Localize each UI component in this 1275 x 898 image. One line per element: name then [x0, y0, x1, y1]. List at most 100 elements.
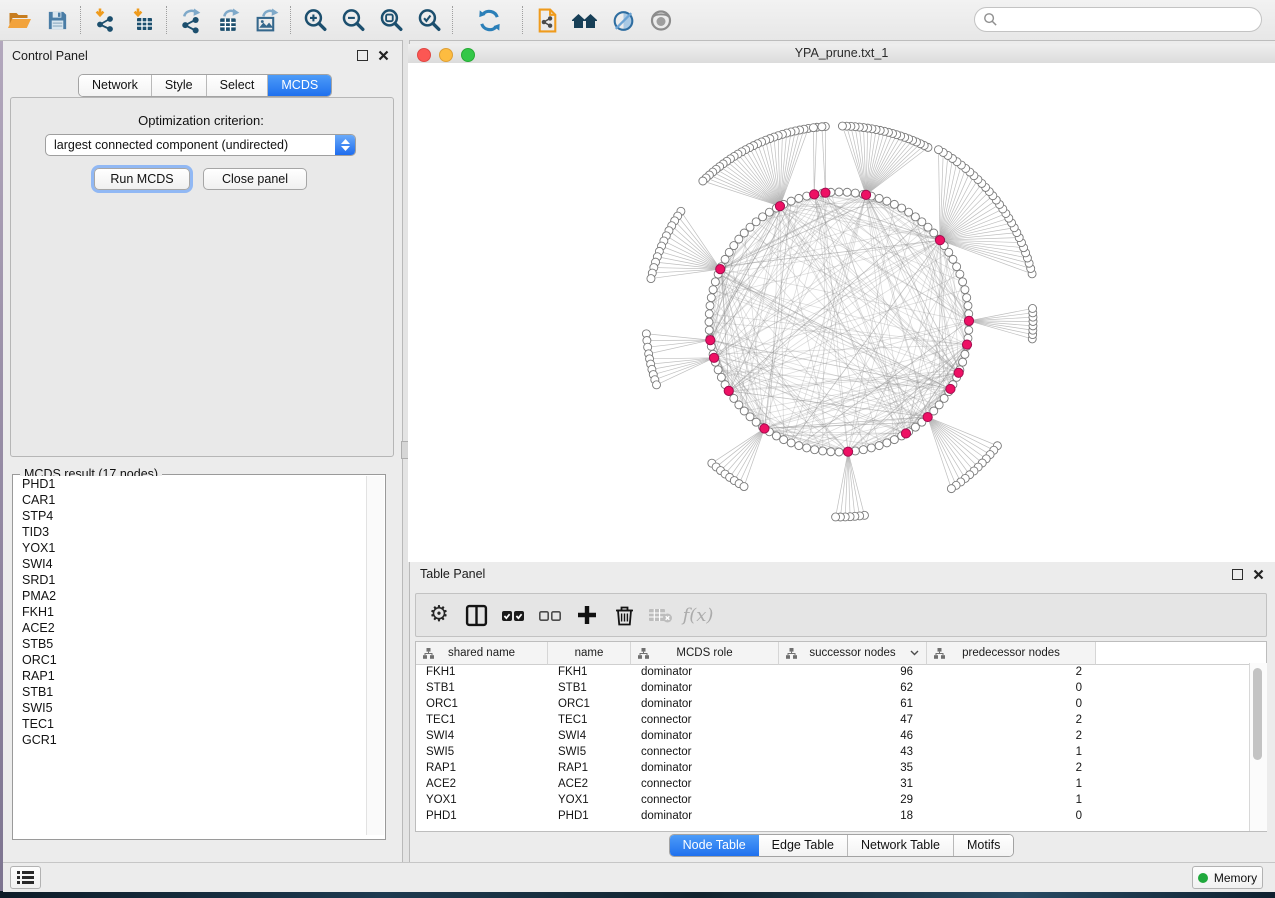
mcds-hub-node[interactable]	[709, 353, 718, 362]
result-list-scrollbar[interactable]	[366, 476, 384, 835]
graph-node[interactable]	[705, 326, 713, 334]
table-row[interactable]: ORC1ORC1dominator610	[416, 696, 1266, 712]
mcds-hub-node[interactable]	[716, 265, 725, 274]
table-row[interactable]: SWI5SWI5connector431	[416, 744, 1266, 760]
result-item[interactable]: TID3	[13, 524, 365, 540]
graph-node[interactable]	[867, 444, 875, 452]
column-header-mcds-role[interactable]: MCDS role	[631, 642, 779, 665]
export-image-icon[interactable]	[250, 4, 284, 36]
mcds-hub-node[interactable]	[954, 368, 963, 377]
show-columns-icon[interactable]	[461, 600, 491, 630]
table-row[interactable]: TEC1TEC1connector472	[416, 712, 1266, 728]
export-table-icon[interactable]	[212, 4, 246, 36]
graph-node[interactable]	[717, 373, 725, 381]
result-item[interactable]: STB5	[13, 636, 365, 652]
graph-node[interactable]	[818, 123, 826, 131]
graph-node[interactable]	[711, 278, 719, 286]
open-file-icon[interactable]	[2, 4, 36, 36]
tab-network[interactable]: Network	[79, 75, 152, 96]
result-item[interactable]: FKH1	[13, 604, 365, 620]
graph-node[interactable]	[827, 448, 835, 456]
mcds-hub-node[interactable]	[923, 412, 932, 421]
criterion-dropdown[interactable]: largest connected component (undirected)	[45, 134, 356, 156]
tab-mcds[interactable]: MCDS	[268, 75, 331, 96]
close-panel-icon[interactable]	[378, 50, 389, 61]
zoom-in-icon[interactable]	[298, 4, 332, 36]
zoom-out-icon[interactable]	[336, 4, 370, 36]
graph-node[interactable]	[947, 485, 955, 493]
graph-node[interactable]	[953, 263, 961, 271]
graph-node[interactable]	[851, 189, 859, 197]
result-item[interactable]: SWI5	[13, 700, 365, 716]
mcds-result-list[interactable]: PHD1CAR1STP4TID3YOX1SWI4SRD1PMA2FKH1ACE2…	[13, 476, 365, 835]
graph-node[interactable]	[883, 197, 891, 205]
graph-node[interactable]	[965, 326, 973, 334]
graph-node[interactable]	[705, 310, 713, 318]
graph-node[interactable]	[721, 255, 729, 263]
result-item[interactable]: STP4	[13, 508, 365, 524]
memory-button[interactable]: Memory	[1192, 866, 1263, 889]
graph-node[interactable]	[819, 447, 827, 455]
table-row[interactable]: SWI4SWI4dominator462	[416, 728, 1266, 744]
share-document-icon[interactable]	[530, 4, 564, 36]
graph-node[interactable]	[811, 446, 819, 454]
graph-node[interactable]	[1029, 304, 1037, 312]
graph-node[interactable]	[875, 194, 883, 202]
graph-node[interactable]	[699, 177, 707, 185]
visual-styles-icon[interactable]	[606, 4, 640, 36]
float-panel-icon[interactable]	[357, 50, 368, 61]
mcds-hub-node[interactable]	[810, 190, 819, 199]
mcds-hub-node[interactable]	[843, 447, 852, 456]
unselect-all-icon[interactable]	[535, 600, 565, 630]
result-item[interactable]: CAR1	[13, 492, 365, 508]
graph-node[interactable]	[787, 439, 795, 447]
tab-select[interactable]: Select	[207, 75, 269, 96]
export-network-icon[interactable]	[174, 4, 208, 36]
graph-node[interactable]	[832, 513, 840, 521]
graph-node[interactable]	[956, 270, 964, 278]
save-session-icon[interactable]	[40, 4, 74, 36]
birds-eye-icon[interactable]	[644, 4, 678, 36]
graph-node[interactable]	[706, 302, 714, 310]
table-row[interactable]: FKH1FKH1dominator962	[416, 664, 1266, 680]
graph-node[interactable]	[883, 439, 891, 447]
mcds-hub-node[interactable]	[861, 190, 870, 199]
tab-edge-table[interactable]: Edge Table	[759, 835, 848, 856]
graph-node[interactable]	[707, 294, 715, 302]
node-table[interactable]: shared name name MCDS role successor nod…	[415, 641, 1267, 832]
result-item[interactable]: PMA2	[13, 588, 365, 604]
graph-node[interactable]	[709, 286, 717, 294]
run-mcds-button[interactable]: Run MCDS	[94, 168, 190, 190]
table-row[interactable]: YOX1YOX1connector291	[416, 792, 1266, 808]
result-item[interactable]: ACE2	[13, 620, 365, 636]
graph-node[interactable]	[772, 432, 780, 440]
graph-node[interactable]	[809, 124, 817, 132]
graph-node[interactable]	[875, 442, 883, 450]
network-graph[interactable]	[408, 63, 1275, 562]
task-history-button[interactable]	[10, 866, 41, 889]
column-header-shared-name[interactable]: shared name	[416, 642, 548, 665]
table-settings-icon[interactable]: ⚙	[424, 600, 454, 630]
graph-node[interactable]	[714, 366, 722, 374]
network-canvas[interactable]	[408, 63, 1275, 562]
graph-node[interactable]	[787, 197, 795, 205]
table-scrollbar-thumb[interactable]	[1253, 668, 1262, 760]
result-item[interactable]: ORC1	[13, 652, 365, 668]
mcds-hub-node[interactable]	[946, 384, 955, 393]
graph-node[interactable]	[838, 122, 846, 130]
mcds-hub-node[interactable]	[901, 429, 910, 438]
close-table-panel-icon[interactable]	[1253, 569, 1264, 580]
graph-node[interactable]	[653, 381, 661, 389]
search-input[interactable]	[974, 7, 1262, 32]
graph-node[interactable]	[647, 275, 655, 283]
graph-node[interactable]	[935, 146, 943, 154]
column-header-successor-nodes[interactable]: successor nodes	[779, 642, 927, 665]
table-row[interactable]: ACE2ACE2connector311	[416, 776, 1266, 792]
graph-node[interactable]	[963, 294, 971, 302]
delete-column-icon[interactable]	[609, 600, 639, 630]
graph-node[interactable]	[835, 448, 843, 456]
close-panel-button[interactable]: Close panel	[203, 168, 307, 190]
graph-node[interactable]	[780, 436, 788, 444]
column-header-predecessor-nodes[interactable]: predecessor nodes	[927, 642, 1096, 665]
graph-node[interactable]	[835, 188, 843, 196]
